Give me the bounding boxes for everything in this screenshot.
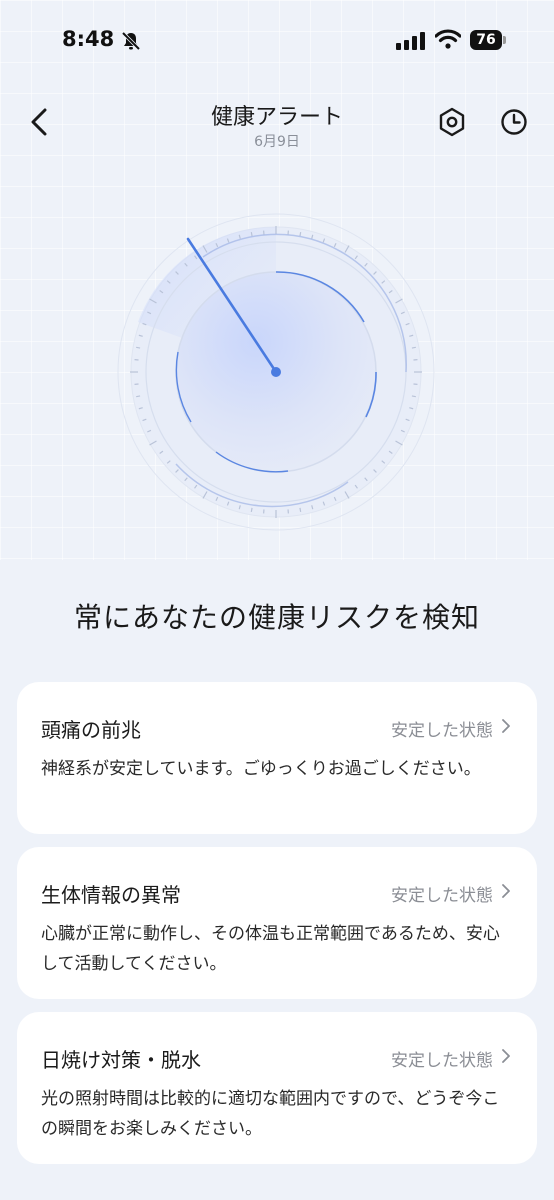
radar-tick [250,507,253,512]
bell-slash-icon [121,31,141,51]
radar-center-dot [271,367,281,377]
card-title: 日焼け対策・脱水 [41,1048,201,1072]
card-description: 神経系が安定しています。ごゆっくりお過ごしください。 [41,759,481,779]
card-title: 生体情報の異常 [41,883,181,907]
card-status: 安定した状態 [391,1051,493,1071]
card-description: 心臓が正常に動作し、その体温も正常範囲であるため、安心して活動してください。 [41,924,500,974]
headline: 常にあなたの健康リスクを検知 [73,601,480,634]
battery-icon: 76 [470,30,506,50]
wifi-icon [435,29,461,49]
page-date: 6月9日 [254,134,300,150]
status-bar: 8:48 76 [0,0,554,80]
history-button[interactable] [498,106,530,138]
cellular-signal-icon [396,32,425,50]
radar-tick [411,395,416,398]
page-title: 健康アラート [210,105,343,130]
radar-tick [299,232,302,237]
card-headache[interactable]: 頭痛の前兆 安定した状態 神経系が安定しています。ごゆっくりお過ごしください。 [17,682,537,834]
status-time: 8:48 [62,27,115,51]
card-sun-hydration[interactable]: 日焼け対策・脱水 安定した状態 光の照射時間は比較的に適切な範囲内ですので、どう… [17,1012,537,1164]
card-status: 安定した状態 [391,721,493,741]
settings-button[interactable] [436,106,468,138]
chevron-right-icon [502,1049,510,1063]
card-vital-signs[interactable]: 生体情報の異常 安定した状態 心臓が正常に動作し、その体温も正常範囲であるため、… [17,847,537,999]
radar-tick [411,346,416,349]
radar-tick [299,507,302,512]
chevron-right-icon [502,884,510,898]
radar-tick [136,346,141,349]
chevron-right-icon [502,719,510,733]
battery-level: 76 [476,32,496,48]
clock-icon [501,109,527,135]
card-description: 光の照射時間は比較的に適切な範囲内ですので、どうぞ今この瞬間をお楽しみください。 [41,1089,500,1139]
card-status: 安定した状態 [391,886,493,906]
card-title: 頭痛の前兆 [41,718,141,742]
radar-tick [250,232,253,237]
radar-tick [136,395,141,398]
hexagon-gear-icon [439,107,465,137]
radar-scanner [117,213,435,531]
